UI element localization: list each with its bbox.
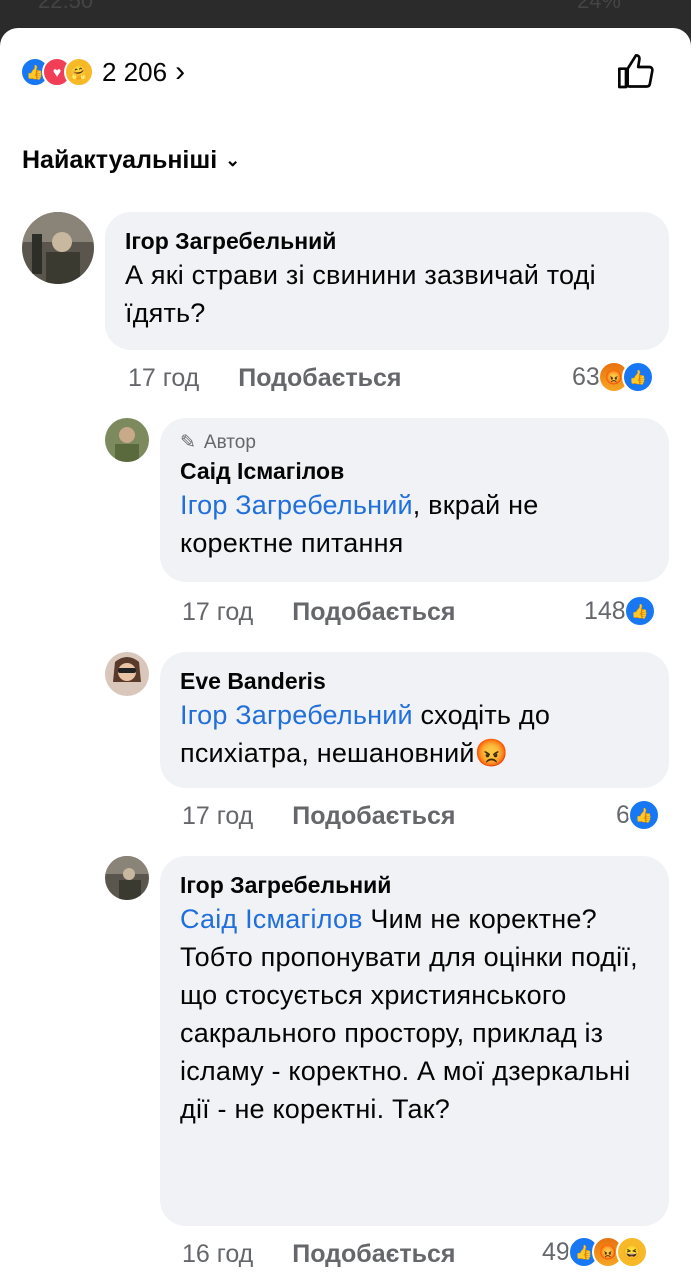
author-badge: ✎ Автор: [180, 430, 649, 456]
comment-text: Ігор Загребельний сходіть до психіатра, …: [180, 696, 649, 772]
comment-time[interactable]: 17 год: [182, 802, 253, 830]
chevron-right-icon: ›: [175, 55, 186, 88]
reaction-count: 63: [572, 362, 600, 391]
angry-emoji-icon: 😡: [474, 738, 509, 768]
comment-bubble[interactable]: Eve Banderis Ігор Загребельний сходіть д…: [160, 652, 669, 788]
status-time: 22:50: [38, 0, 94, 13]
comment-bubble[interactable]: ✎ Автор Саід Ісмагілов Ігор Загребельний…: [160, 418, 669, 582]
like-icon: 👍: [623, 595, 656, 627]
haha-icon: 😆: [615, 1236, 648, 1268]
comment-bubble[interactable]: Ігор Загребельний Саід Ісмагілов Чим не …: [160, 856, 669, 1226]
like-button[interactable]: Подобається: [292, 598, 455, 626]
comment-bubble[interactable]: Ігор Загребельний А які страви зі свинин…: [105, 212, 669, 350]
comment-meta: 17 год Подобається: [182, 802, 456, 831]
comment-text: Ігор Загребельний, вкрай не коректне пит…: [180, 486, 649, 562]
reactions-summary[interactable]: 👍 ♥ 🤗 2 206 ›: [20, 56, 185, 88]
reaction-count: 2 206: [102, 56, 168, 87]
avatar[interactable]: [105, 418, 149, 462]
pencil-icon: ✎: [180, 432, 196, 453]
reaction-count: 148: [584, 596, 626, 625]
comment-author[interactable]: Eve Banderis: [180, 666, 649, 696]
reaction-summary[interactable]: 6 👍: [616, 799, 660, 831]
comment-author[interactable]: Ігор Загребельний: [180, 870, 649, 900]
mention-link[interactable]: Ігор Загребельний: [180, 700, 413, 730]
avatar[interactable]: [22, 212, 94, 284]
care-icon: 🤗: [64, 57, 94, 87]
comment-time[interactable]: 17 год: [182, 598, 253, 626]
like-button[interactable]: Подобається: [238, 364, 401, 392]
reaction-count: 49: [542, 1237, 570, 1266]
comment-time[interactable]: 16 год: [182, 1240, 253, 1268]
comment-meta: 17 год Подобається: [128, 364, 402, 393]
like-button[interactable]: Подобається: [292, 1240, 455, 1268]
reaction-summary[interactable]: 49 👍 😡 😆: [542, 1236, 648, 1268]
like-outline-icon[interactable]: [616, 52, 656, 92]
comment-time[interactable]: 17 год: [128, 364, 199, 392]
avatar[interactable]: [105, 652, 149, 696]
mention-link[interactable]: Ігор Загребельний: [180, 490, 413, 520]
comment-author[interactable]: Ігор Загребельний: [125, 226, 649, 256]
sort-label: Найактуальніші: [22, 146, 218, 174]
reaction-summary[interactable]: 63 😡 👍: [572, 361, 654, 393]
comment-text: Саід Ісмагілов Чим не коректне? Тобто пр…: [180, 900, 649, 1128]
like-icon: 👍: [621, 361, 654, 393]
sort-dropdown[interactable]: Найактуальніші ⌄: [22, 146, 240, 175]
like-button[interactable]: Подобається: [292, 802, 455, 830]
comment-meta: 17 год Подобається: [182, 598, 456, 627]
avatar[interactable]: [105, 856, 149, 900]
reaction-summary[interactable]: 148 👍: [584, 595, 656, 627]
comment-author[interactable]: Саід Ісмагілов: [180, 456, 649, 486]
like-icon: 👍: [627, 799, 660, 831]
comment-body: Чим не коректне? Тобто пропонувати для о…: [180, 904, 638, 1124]
chevron-down-icon: ⌄: [225, 150, 241, 170]
mention-link[interactable]: Саід Ісмагілов: [180, 904, 363, 934]
comment-text: А які страви зі свинини зазвичай тоді їд…: [125, 260, 596, 328]
status-bar: 22:50 24%: [0, 0, 691, 30]
battery-level: 24%: [576, 0, 621, 13]
author-badge-label: Автор: [203, 432, 256, 453]
comment-meta: 16 год Подобається: [182, 1240, 456, 1269]
